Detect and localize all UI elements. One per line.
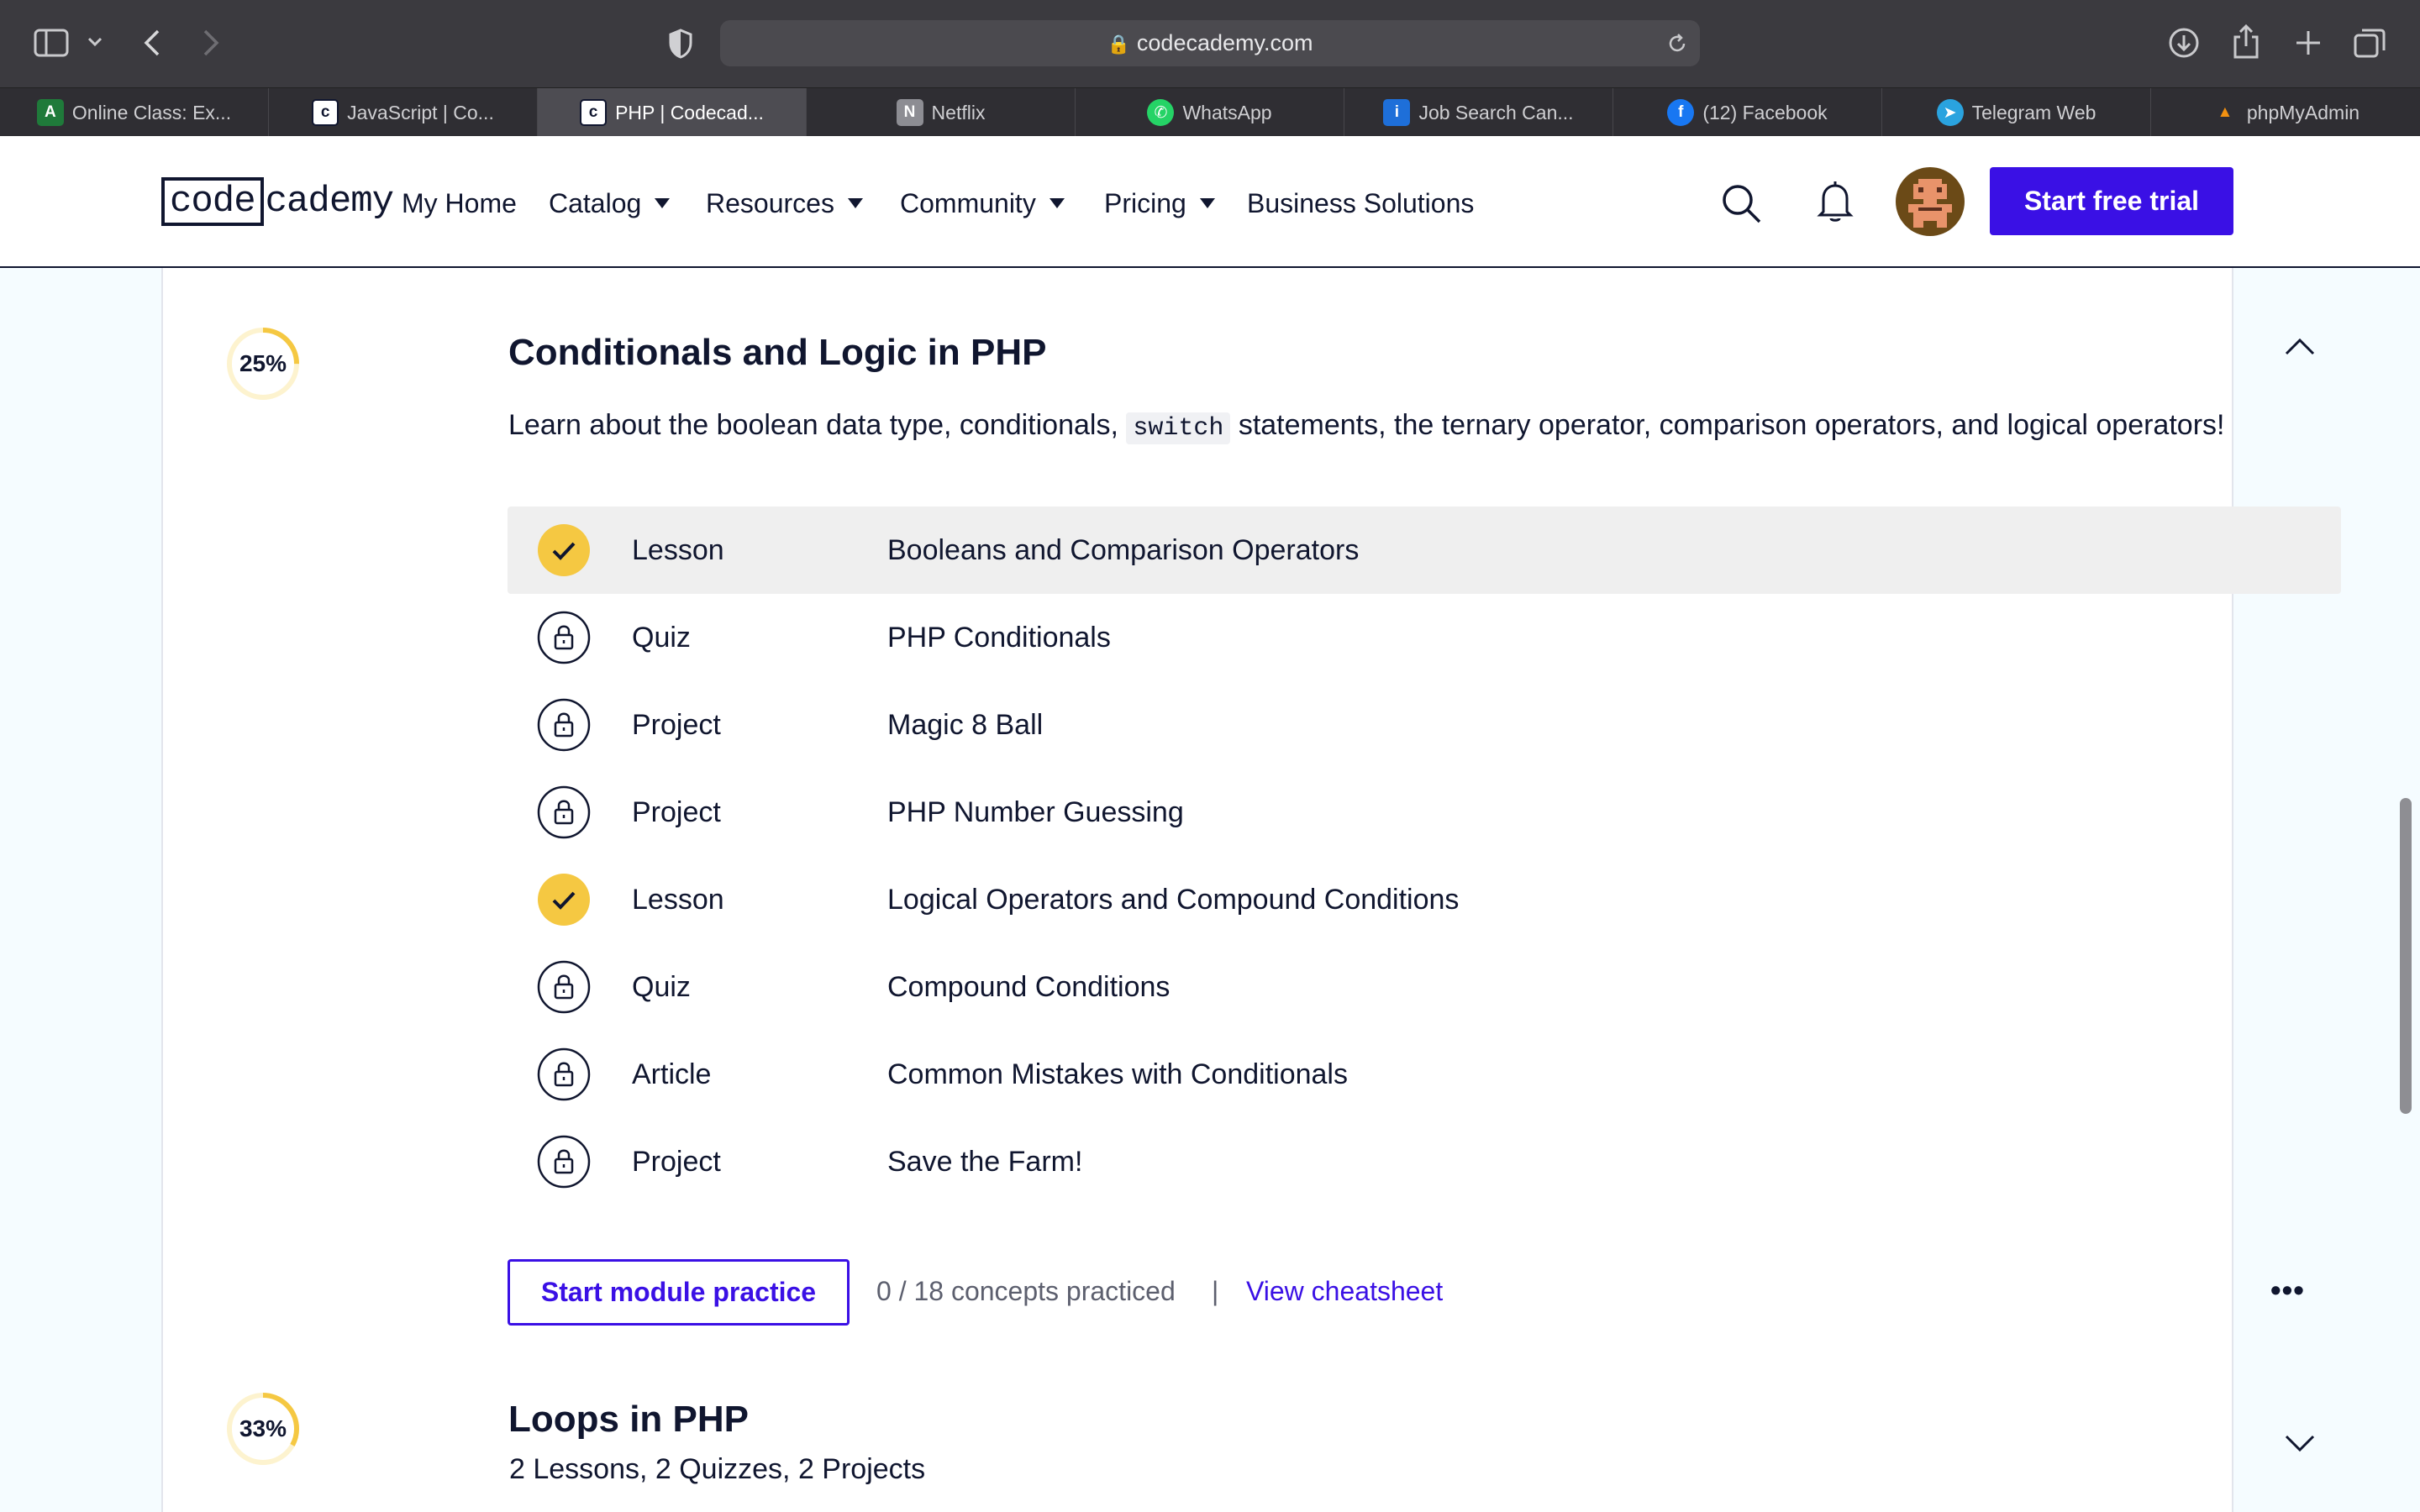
module-content-row[interactable]: Article Common Mistakes with Conditionals — [508, 1031, 2341, 1118]
module-content-row[interactable]: Project PHP Number Guessing — [508, 769, 2341, 856]
telegram-icon: ➤ — [1936, 99, 1964, 126]
page-scrollbar[interactable] — [2400, 798, 2412, 1114]
content-type: Article — [632, 1058, 712, 1090]
nav-resources[interactable]: Resources — [706, 180, 863, 227]
tab-telegram[interactable]: ➤ Telegram Web — [1882, 88, 2151, 137]
content-type: Lesson — [632, 884, 724, 916]
module-description: Learn about the boolean data type, condi… — [508, 409, 2225, 444]
sidebar-toggle-icon[interactable] — [34, 29, 69, 57]
locked-padlock-icon — [537, 698, 591, 752]
job-search-icon: i — [1383, 99, 1411, 126]
syllabus-card: 25% Conditionals and Logic in PHP Learn … — [161, 268, 2341, 1512]
locked-padlock-icon — [537, 1135, 591, 1189]
tab-javascript[interactable]: c JavaScript | Co... — [269, 88, 538, 137]
forward-icon[interactable] — [202, 29, 220, 57]
tab-job-search[interactable]: i Job Search Can... — [1344, 88, 1613, 137]
address-bar[interactable]: 🔒 codecademy.com — [720, 20, 1700, 66]
browser-toolbar: 🔒 codecademy.com — [0, 0, 2420, 87]
chevron-up-icon[interactable] — [2284, 337, 2316, 357]
completed-check-icon — [538, 524, 590, 576]
facebook-icon: f — [1667, 99, 1695, 126]
inline-code: switch — [1126, 412, 1231, 444]
notifications-bell-icon[interactable] — [1817, 180, 1854, 223]
module-content-row[interactable]: Quiz PHP Conditionals — [508, 594, 2341, 681]
tab-overview-icon[interactable] — [2353, 27, 2386, 59]
tab-php-codecademy[interactable]: c PHP | Codecad... — [538, 88, 807, 137]
caret-down-icon — [1049, 198, 1065, 208]
privacy-shield-icon[interactable] — [668, 29, 693, 59]
tab-facebook[interactable]: f (12) Facebook — [1613, 88, 1882, 137]
netflix-icon: N — [896, 99, 923, 126]
address-url[interactable]: 🔒 codecademy.com — [720, 20, 1700, 66]
module-content-row[interactable]: Lesson Booleans and Comparison Operators — [508, 507, 2341, 594]
completed-check-icon — [538, 874, 590, 926]
page-background: 25% Conditionals and Logic in PHP Learn … — [0, 268, 2420, 1512]
avatar[interactable] — [1896, 167, 1965, 236]
locked-padlock-icon — [537, 960, 591, 1014]
content-type: Lesson — [632, 534, 724, 566]
reload-icon[interactable] — [1666, 33, 1688, 55]
module-content-row[interactable]: Quiz Compound Conditions — [508, 943, 2341, 1031]
nav-community[interactable]: Community — [900, 180, 1065, 227]
nav-pricing[interactable]: Pricing — [1104, 180, 1215, 227]
module-title[interactable]: Loops in PHP — [508, 1399, 749, 1441]
locked-padlock-icon — [537, 785, 591, 839]
content-title[interactable]: Compound Conditions — [887, 943, 1170, 1031]
tab-bar: A Online Class: Ex... c JavaScript | Co.… — [0, 87, 2420, 137]
locked-padlock-icon — [537, 611, 591, 664]
caret-down-icon — [847, 198, 863, 208]
tab-phpmyadmin[interactable]: ▲ phpMyAdmin — [2151, 88, 2420, 137]
module-content-row[interactable]: Project Magic 8 Ball — [508, 681, 2341, 769]
tab-whatsapp[interactable]: ✆ WhatsApp — [1076, 88, 1344, 137]
content-title[interactable]: Logical Operators and Compound Condition… — [887, 856, 1459, 943]
content-title[interactable]: PHP Conditionals — [887, 594, 1111, 681]
nav-my-home[interactable]: My Home — [402, 180, 517, 227]
module-progress-label: 33% — [239, 1415, 287, 1441]
new-tab-icon[interactable] — [2294, 29, 2323, 57]
locked-padlock-icon — [537, 1047, 591, 1101]
content-title[interactable]: Magic 8 Ball — [887, 681, 1043, 769]
caret-down-icon — [1199, 198, 1215, 208]
module-content-row[interactable]: Lesson Logical Operators and Compound Con… — [508, 856, 2341, 943]
start-module-practice-button[interactable]: Start module practice — [508, 1259, 850, 1326]
module-progress-label: 25% — [239, 350, 287, 376]
share-icon[interactable] — [2232, 24, 2260, 59]
codecademy-logo[interactable]: code cademy — [161, 176, 394, 227]
content-type: Project — [632, 709, 721, 741]
nav-business-solutions[interactable]: Business Solutions — [1247, 180, 1474, 227]
module-summary: 2 Lessons, 2 Quizzes, 2 Projects — [509, 1453, 926, 1485]
codecademy-icon: c — [312, 99, 339, 126]
content-title[interactable]: PHP Number Guessing — [887, 769, 1184, 856]
content-type: Project — [632, 1146, 721, 1178]
site-header: code cademy My Home Catalog Resources Com… — [0, 136, 2420, 268]
content-type: Project — [632, 796, 721, 828]
downloads-icon[interactable] — [2168, 27, 2200, 59]
start-free-trial-button[interactable]: Start free trial — [1990, 167, 2233, 235]
content-type: Quiz — [632, 622, 691, 654]
view-cheatsheet-link[interactable]: View cheatsheet — [1246, 1276, 1443, 1307]
separator: | — [1212, 1276, 1219, 1306]
tab-online-class[interactable]: A Online Class: Ex... — [0, 88, 269, 137]
content-type: Quiz — [632, 971, 691, 1003]
content-title[interactable]: Booleans and Comparison Operators — [887, 507, 1359, 594]
chevron-down-icon[interactable] — [87, 37, 103, 47]
whatsapp-icon: ✆ — [1147, 99, 1175, 126]
codecademy-icon: c — [580, 99, 608, 126]
content-title[interactable]: Common Mistakes with Conditionals — [887, 1031, 1348, 1118]
back-icon[interactable] — [143, 29, 161, 57]
concepts-practiced: 0 / 18 concepts practiced — [876, 1276, 1176, 1306]
module-content-row[interactable]: Project Save the Farm! — [508, 1118, 2341, 1205]
lock-icon: 🔒 — [1107, 34, 1130, 55]
chevron-down-icon[interactable] — [2284, 1433, 2316, 1453]
phpmyadmin-icon: ▲ — [2217, 103, 2233, 121]
tab-netflix[interactable]: N Netflix — [807, 88, 1076, 137]
caret-down-icon — [655, 198, 671, 208]
online-class-icon: A — [36, 99, 64, 126]
content-title[interactable]: Save the Farm! — [887, 1118, 1082, 1205]
nav-catalog[interactable]: Catalog — [549, 180, 671, 227]
more-options-icon[interactable]: ••• — [2270, 1273, 2305, 1308]
module-title[interactable]: Conditionals and Logic in PHP — [508, 332, 1046, 374]
search-icon[interactable] — [1720, 182, 1762, 224]
